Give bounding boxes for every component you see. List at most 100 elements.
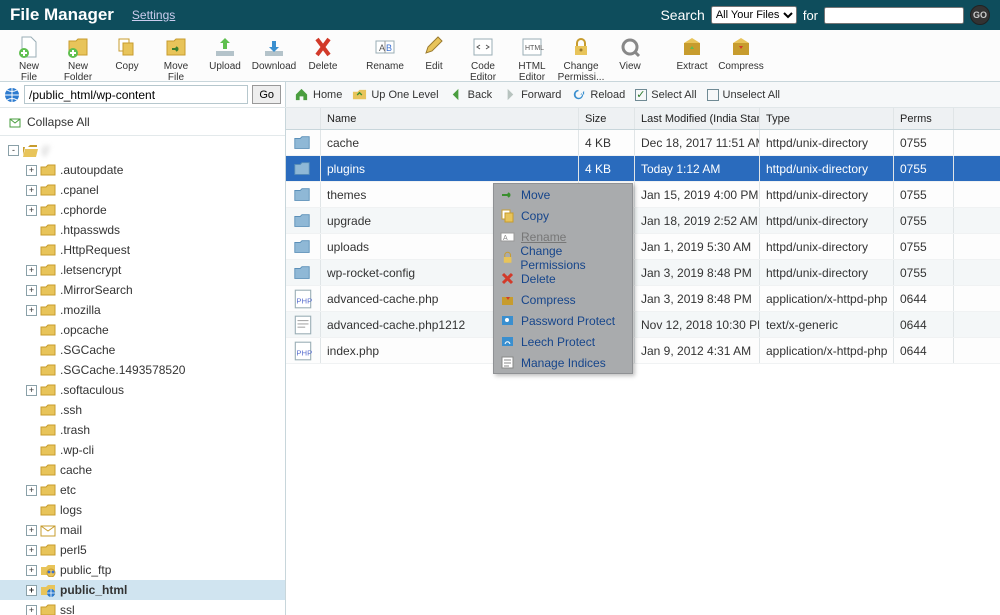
search-go-button[interactable]: GO <box>970 5 990 25</box>
toolbar-upload[interactable]: Upload <box>202 33 248 72</box>
tree-item[interactable]: .SGCache.1493578520 <box>0 360 285 380</box>
search-input[interactable] <box>824 7 964 24</box>
expand-toggle[interactable]: + <box>26 525 37 536</box>
expand-toggle[interactable] <box>26 425 37 436</box>
toolbar-compress[interactable]: Compress <box>718 33 764 72</box>
expand-toggle[interactable] <box>26 465 37 476</box>
file-row[interactable]: PHPindex.php28 bytesJan 9, 2012 4:31 AMa… <box>286 338 1000 364</box>
expand-toggle[interactable] <box>26 225 37 236</box>
nav-select-all[interactable]: Select All <box>635 89 696 101</box>
toolbar-rename[interactable]: ABRename <box>362 33 408 72</box>
tree-item[interactable]: +.softaculous <box>0 380 285 400</box>
expand-toggle[interactable] <box>26 245 37 256</box>
tree-item[interactable]: +.autoupdate <box>0 160 285 180</box>
path-input[interactable] <box>24 85 248 104</box>
toolbar-new-file[interactable]: New File <box>6 33 52 83</box>
nav-home[interactable]: Home <box>294 87 342 102</box>
file-row[interactable]: uploads4 KBJan 1, 2019 5:30 AMhttpd/unix… <box>286 234 1000 260</box>
tree-item[interactable]: .opcache <box>0 320 285 340</box>
tree-item[interactable]: .SGCache <box>0 340 285 360</box>
tree-item[interactable]: +mail <box>0 520 285 540</box>
expand-toggle[interactable] <box>26 325 37 336</box>
file-row[interactable]: cache4 KBDec 18, 2017 11:51 AMhttpd/unix… <box>286 130 1000 156</box>
tree-item[interactable]: .ssh <box>0 400 285 420</box>
file-row[interactable]: upgrade4 KBJan 18, 2019 2:52 AMhttpd/uni… <box>286 208 1000 234</box>
tree-item[interactable]: .wp-cli <box>0 440 285 460</box>
tree-item[interactable]: logs <box>0 500 285 520</box>
ctx-copy[interactable]: Copy <box>494 205 632 226</box>
tree-item[interactable]: +perl5 <box>0 540 285 560</box>
expand-toggle[interactable]: + <box>26 165 37 176</box>
tree-item[interactable]: cache <box>0 460 285 480</box>
expand-toggle[interactable]: + <box>26 605 37 615</box>
expand-toggle[interactable]: + <box>26 305 37 316</box>
toolbar-new-folder[interactable]: New Folder <box>55 33 101 83</box>
tree-item[interactable]: +.mozilla <box>0 300 285 320</box>
toolbar-download[interactable]: Download <box>251 33 297 72</box>
toolbar-code-editor[interactable]: Code Editor <box>460 33 506 83</box>
toolbar-html-editor[interactable]: HTMLHTML Editor <box>509 33 555 83</box>
settings-link[interactable]: Settings <box>132 8 175 22</box>
search-scope-select[interactable]: All Your Files <box>711 6 797 24</box>
tree-item[interactable]: -(/ <box>0 140 285 160</box>
toolbar-copy[interactable]: Copy <box>104 33 150 72</box>
file-row[interactable]: wp-rocket-config4 KBJan 3, 2019 8:48 PMh… <box>286 260 1000 286</box>
nav-back[interactable]: Back <box>449 87 492 102</box>
file-row[interactable]: themes4 KBJan 15, 2019 4:00 PMhttpd/unix… <box>286 182 1000 208</box>
tree-item[interactable]: +ssl <box>0 600 285 615</box>
tree-item[interactable]: +etc <box>0 480 285 500</box>
toolbar-extract[interactable]: Extract <box>669 33 715 72</box>
expand-toggle[interactable]: + <box>26 185 37 196</box>
expand-toggle[interactable]: + <box>26 285 37 296</box>
col-size[interactable]: Size <box>579 108 635 129</box>
tree-item[interactable]: .trash <box>0 420 285 440</box>
path-go-button[interactable]: Go <box>252 85 281 104</box>
globe-icon <box>4 87 20 103</box>
nav-reload[interactable]: Reload <box>571 87 625 102</box>
tree-item[interactable]: + .letsencrypt <box>0 260 285 280</box>
expand-toggle[interactable]: + <box>26 545 37 556</box>
toolbar-delete[interactable]: Delete <box>300 33 346 72</box>
col-type[interactable]: Type <box>760 108 894 129</box>
ctx-compress[interactable]: Compress <box>494 289 632 310</box>
toolbar-move-file[interactable]: Move File <box>153 33 199 83</box>
toolbar-change-perms[interactable]: Change Permissi... <box>558 33 604 83</box>
nav-unselect-all[interactable]: Unselect All <box>707 89 780 101</box>
toolbar-edit[interactable]: Edit <box>411 33 457 72</box>
file-row[interactable]: plugins4 KBToday 1:12 AMhttpd/unix-direc… <box>286 156 1000 182</box>
expand-toggle[interactable]: + <box>26 565 37 576</box>
expand-toggle[interactable]: + <box>26 205 37 216</box>
expand-toggle[interactable]: + <box>26 585 37 596</box>
tree-item[interactable]: .htpasswds <box>0 220 285 240</box>
ctx-leech[interactable]: Leech Protect <box>494 331 632 352</box>
expand-toggle[interactable] <box>26 365 37 376</box>
expand-toggle[interactable] <box>26 445 37 456</box>
expand-toggle[interactable] <box>26 345 37 356</box>
col-perms[interactable]: Perms <box>894 108 954 129</box>
file-row[interactable]: PHPadvanced-cache.php0 bytesJan 3, 2019 … <box>286 286 1000 312</box>
tree-item[interactable]: +public_ftp <box>0 560 285 580</box>
tree-item[interactable]: +.cphorde <box>0 200 285 220</box>
expand-toggle[interactable]: + <box>26 265 37 276</box>
nav-up[interactable]: Up One Level <box>352 87 438 102</box>
ctx-indices[interactable]: Manage Indices <box>494 352 632 373</box>
expand-toggle[interactable]: + <box>26 385 37 396</box>
tree-item[interactable]: .HttpRequest <box>0 240 285 260</box>
col-name[interactable]: Name <box>321 108 579 129</box>
expand-toggle[interactable]: + <box>26 485 37 496</box>
nav-forward[interactable]: Forward <box>502 87 561 102</box>
collapse-all[interactable]: Collapse All <box>0 112 285 136</box>
ctx-password[interactable]: Password Protect <box>494 310 632 331</box>
ctx-move[interactable]: Move <box>494 184 632 205</box>
tree-item[interactable]: +public_html <box>0 580 285 600</box>
file-row[interactable]: advanced-cache.php12121.46 KBNov 12, 201… <box>286 312 1000 338</box>
toolbar-view[interactable]: View <box>607 33 653 72</box>
expand-toggle[interactable] <box>26 405 37 416</box>
tree-item[interactable]: +.cpanel <box>0 180 285 200</box>
col-modified[interactable]: Last Modified (India Star <box>635 108 760 129</box>
tree-label: .letsencrypt <box>60 263 121 277</box>
tree-item[interactable]: +.MirrorSearch <box>0 280 285 300</box>
expand-toggle[interactable] <box>26 505 37 516</box>
ctx-perms[interactable]: Change Permissions <box>494 247 632 268</box>
expand-toggle[interactable]: - <box>8 145 19 156</box>
